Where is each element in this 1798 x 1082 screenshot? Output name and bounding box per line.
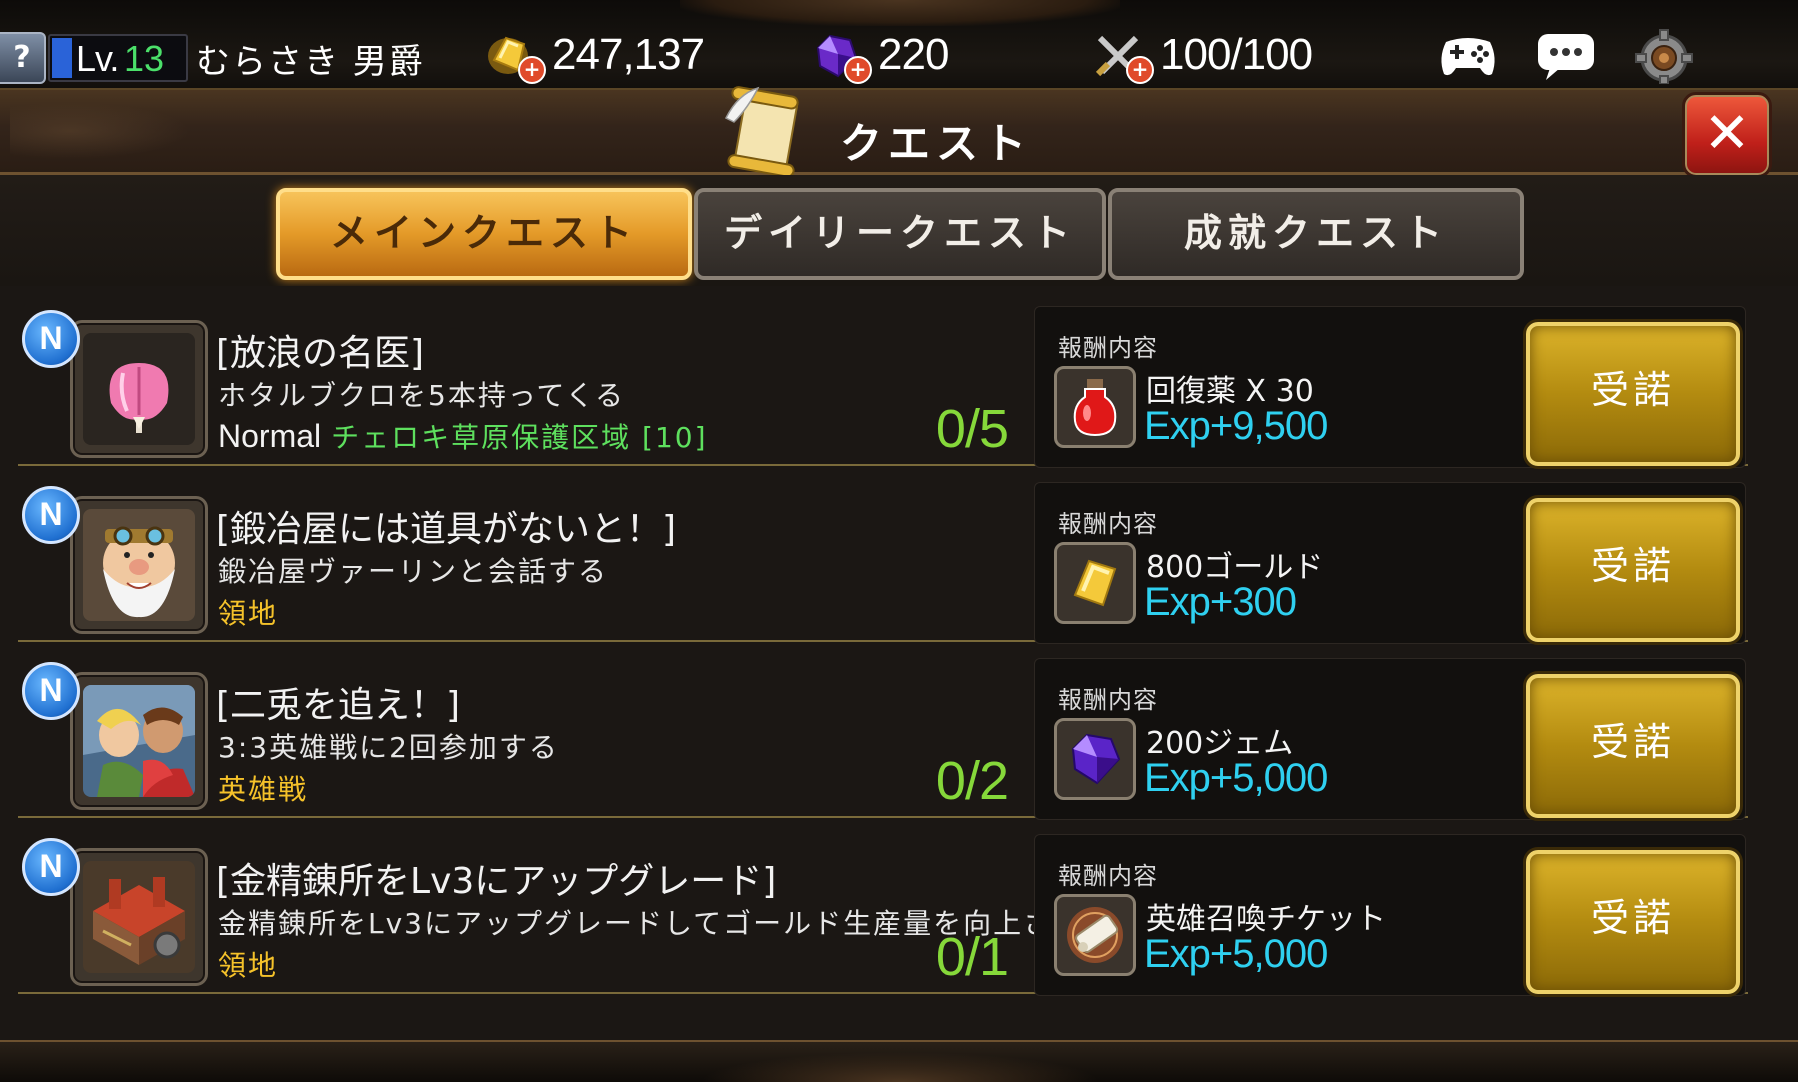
gold-icon <box>1073 559 1117 607</box>
quest-scroll-icon <box>724 86 799 178</box>
reward-icon-frame <box>1054 542 1136 624</box>
level-prefix: Lv. <box>76 38 119 79</box>
reward-icon-frame <box>1054 366 1136 448</box>
reward-exp: Exp+300 <box>1144 580 1297 624</box>
quest-location: 領地 <box>218 592 278 632</box>
blacksmith-portrait-icon <box>83 509 195 621</box>
quest-title: [二兎を追え！] <box>216 685 461 726</box>
page-title: クエスト <box>840 119 1033 168</box>
level-display: Lv. 13 <box>48 34 188 82</box>
reward-exp: Exp+9,500 <box>1144 404 1328 448</box>
add-gem-button[interactable]: + <box>844 56 872 84</box>
bottom-ornament <box>700 1052 1100 1082</box>
quest-portrait-frame <box>70 672 208 810</box>
accept-button[interactable]: 受諾 <box>1526 674 1740 818</box>
player-name: むらさき 男爵 <box>196 42 425 82</box>
reward-label: 報酬内容 <box>1058 334 1158 362</box>
title-ornament <box>10 98 210 164</box>
gold-amount: 247,137 <box>552 30 705 79</box>
quest-progress: 0/1 <box>935 927 1009 987</box>
quest-portrait-frame <box>70 496 208 634</box>
level-value: 13 <box>124 38 165 79</box>
chat-icon[interactable] <box>1534 28 1598 84</box>
close-icon: ✕ <box>1703 101 1751 166</box>
quest-title: [放浪の名医] <box>216 333 425 374</box>
quest-progress: 0/2 <box>935 751 1009 811</box>
gem-amount: 220 <box>878 30 949 79</box>
reward-label: 報酬内容 <box>1058 862 1158 890</box>
quest-difficulty: Normal <box>218 418 322 454</box>
add-stamina-button[interactable]: + <box>1126 56 1154 84</box>
level-bar <box>52 38 72 78</box>
quest-area: 英雄戦 <box>218 773 309 806</box>
refinery-building-icon <box>83 861 195 973</box>
new-badge: N <box>22 486 80 544</box>
tab-main-quest[interactable]: メインクエスト <box>276 188 692 280</box>
accept-button[interactable]: 受諾 <box>1526 850 1740 994</box>
quest-item: N [鍛冶屋には道具がないと！] 鍛冶屋ヴァーリンと会話する 領地 報酬内容 8… <box>18 470 1748 644</box>
top-ornament <box>680 0 1120 26</box>
quest-area: 領地 <box>218 597 279 630</box>
tab-achievement-quest[interactable]: 成就クエスト <box>1108 188 1524 280</box>
reward-exp: Exp+5,000 <box>1144 932 1328 976</box>
quest-description: 鍛冶屋ヴァーリンと会話する <box>218 555 609 588</box>
accept-button[interactable]: 受諾 <box>1526 322 1740 466</box>
quest-title: [鍛冶屋には道具がないと！] <box>216 509 677 550</box>
accept-button[interactable]: 受諾 <box>1526 498 1740 642</box>
reward-icon-frame <box>1054 718 1136 800</box>
quest-item: N [金精錬所をLv3にアップグレード] 金精錬所をLv3にアップグレードしてゴ… <box>18 822 1748 996</box>
quest-description: ホタルブクロを5本持ってくる <box>218 379 626 412</box>
bottom-frame <box>0 1040 1798 1082</box>
quest-location: 英雄戦 <box>218 768 308 808</box>
quest-location: Normal チェロキ草原保護区域 [10] <box>218 416 708 456</box>
quest-portrait-frame <box>70 320 208 458</box>
summon-ticket-icon <box>1067 907 1123 963</box>
reward-icon-frame <box>1054 894 1136 976</box>
quest-title: [金精錬所をLv3にアップグレード] <box>216 861 777 902</box>
reward-exp: Exp+5,000 <box>1144 756 1328 800</box>
tab-daily-quest[interactable]: デイリークエスト <box>694 188 1106 280</box>
help-button[interactable]: ? <box>0 32 46 84</box>
heroes-battle-icon <box>83 685 195 797</box>
quest-item: N [放浪の名医] ホタルブクロを5本持ってくる Normal チェロキ草原保護区… <box>18 294 1748 468</box>
quest-description: 3:3英雄戦に2回参加する <box>218 731 559 764</box>
bellflower-icon <box>83 333 195 445</box>
quest-progress: 0/5 <box>935 399 1009 459</box>
settings-gear-icon[interactable] <box>1632 28 1696 84</box>
quest-item: N [二兎を追え！] 3:3英雄戦に2回参加する 英雄戦 0/2 報酬内容 20… <box>18 646 1748 820</box>
gamepad-icon[interactable] <box>1436 28 1500 84</box>
add-gold-button[interactable]: + <box>518 56 546 84</box>
reward-label: 報酬内容 <box>1058 686 1158 714</box>
quest-portrait-frame <box>70 848 208 986</box>
new-badge: N <box>22 838 80 896</box>
stamina-amount: 100/100 <box>1160 30 1313 79</box>
new-badge: N <box>22 662 80 720</box>
quest-area: 領地 <box>218 949 279 982</box>
gem-icon <box>1071 733 1121 785</box>
new-badge: N <box>22 310 80 368</box>
reward-label: 報酬内容 <box>1058 510 1158 538</box>
quest-location: 領地 <box>218 944 278 984</box>
potion-icon <box>1073 379 1117 437</box>
quest-area: チェロキ草原保護区域 [10] <box>331 421 708 454</box>
close-button[interactable]: ✕ <box>1682 92 1772 178</box>
